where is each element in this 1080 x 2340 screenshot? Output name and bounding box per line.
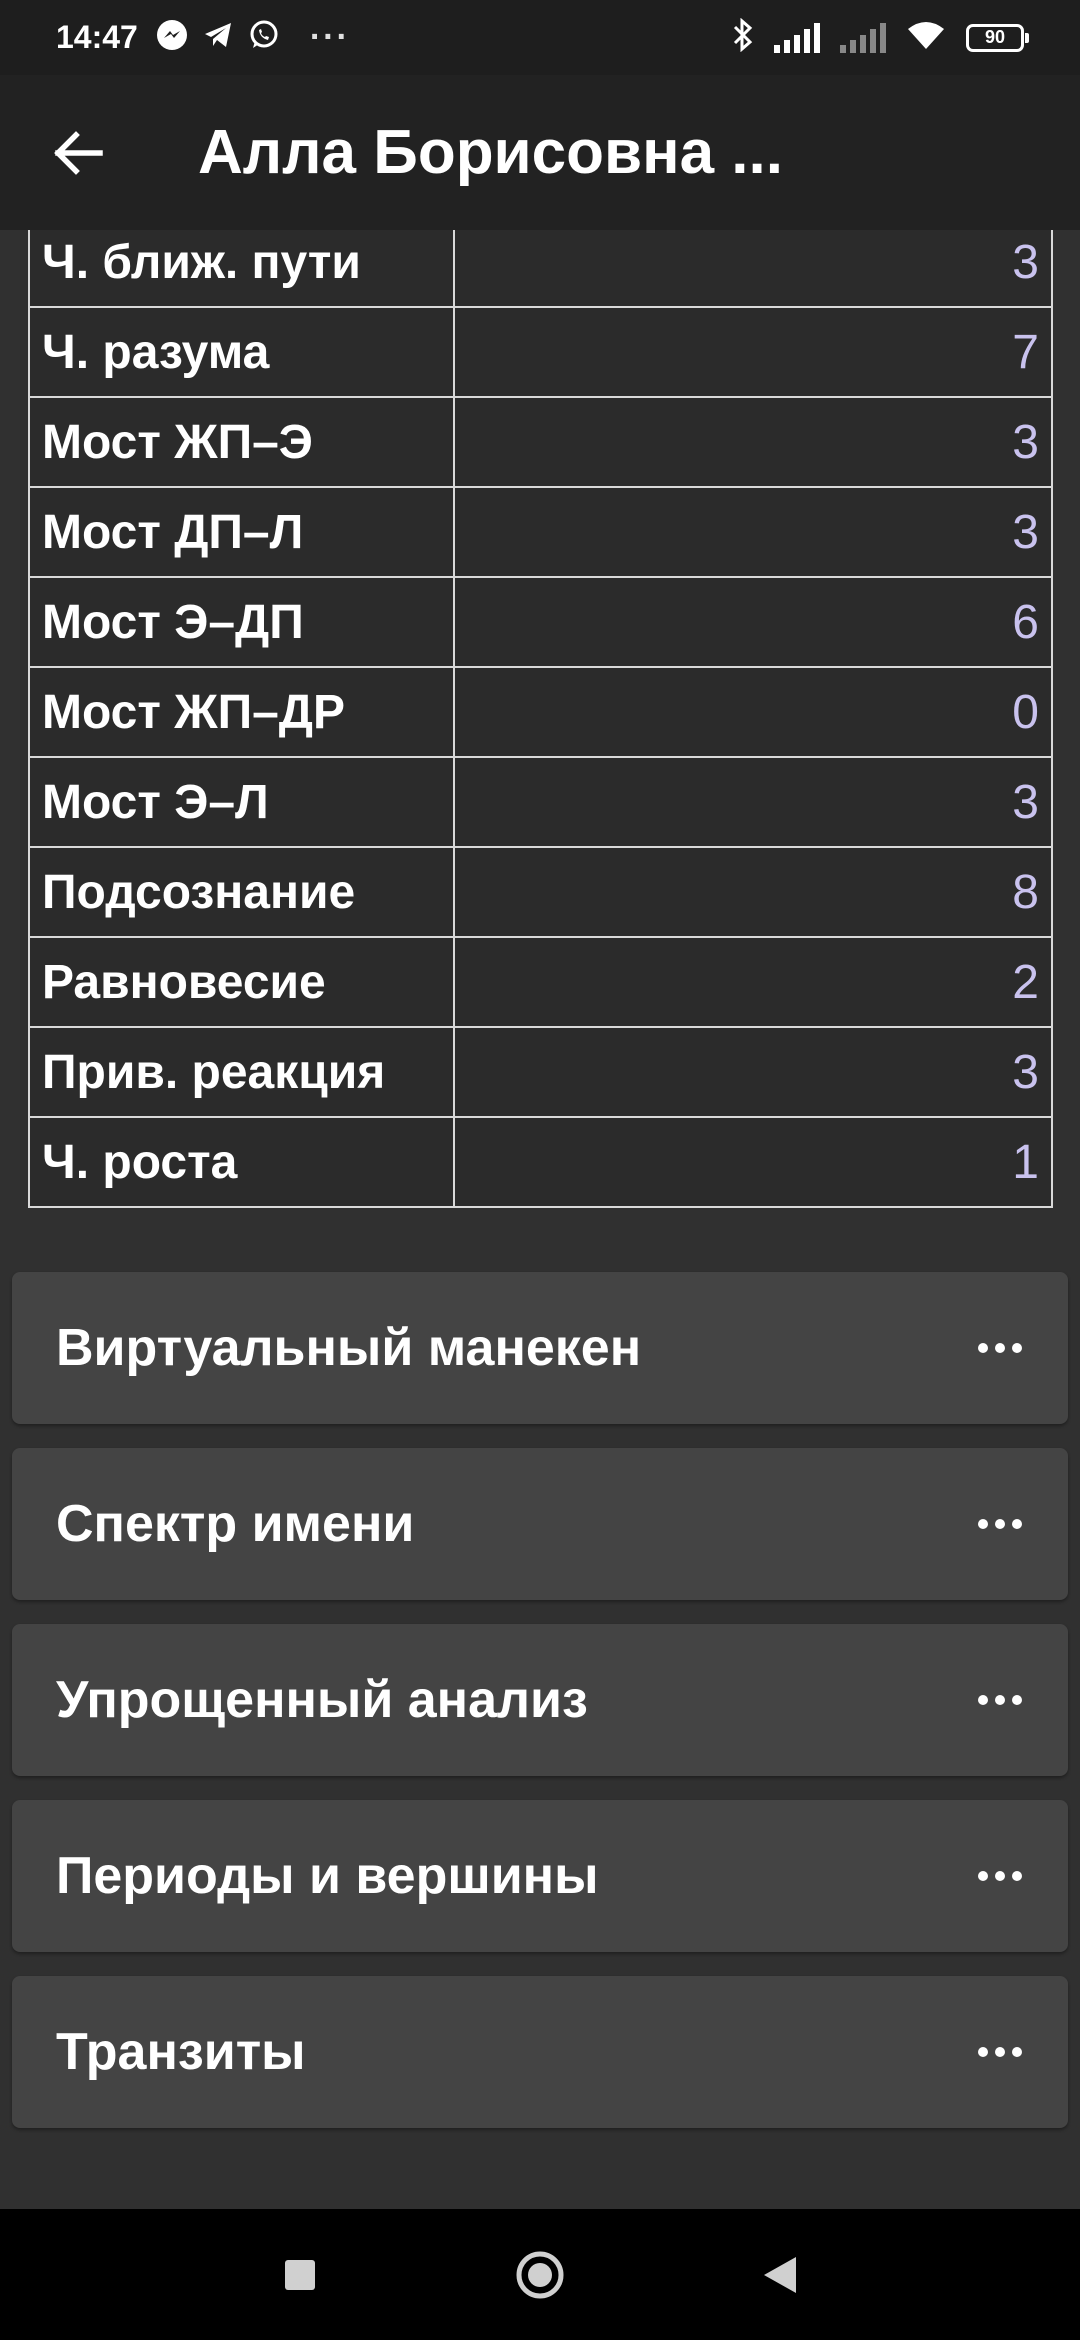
more-options-icon[interactable] [974, 1670, 1026, 1730]
whatsapp-icon [248, 19, 280, 56]
circle-icon [516, 2251, 564, 2298]
param-value: 7 [453, 306, 1053, 398]
section-simplified-analysis[interactable]: Упрощенный анализ [12, 1624, 1068, 1776]
more-options-icon[interactable] [974, 1846, 1026, 1906]
table-row: Ч. разума 7 [28, 306, 1053, 398]
cell-signal-2-icon [840, 22, 886, 53]
status-right: 90 [732, 17, 1029, 57]
system-nav-bar [0, 2209, 1080, 2340]
param-name: Мост Э–ДП [28, 576, 455, 668]
param-value: 0 [453, 666, 1053, 758]
arrow-back-icon [54, 130, 103, 175]
page-title: Алла Борисовна ... [198, 118, 783, 187]
telegram-icon [202, 19, 234, 56]
battery-icon: 90 [966, 23, 1029, 52]
param-name: Прив. реакция [28, 1026, 455, 1118]
wifi-icon [906, 19, 946, 56]
status-bar: 14:47 ··· 90 [0, 0, 1080, 75]
back-button[interactable] [18, 93, 138, 213]
param-value: 6 [453, 576, 1053, 668]
param-value: 3 [453, 756, 1053, 848]
status-left: 14:47 ··· [56, 18, 350, 57]
parameters-table-container: Ч. ближ. пути 3 Ч. разума 7 Мост ЖП–Э 3 … [28, 216, 1053, 1208]
back-nav-button[interactable] [660, 2225, 900, 2325]
notification-overflow-icon: ··· [309, 18, 350, 56]
table-row: Ч. ближ. пути 3 [28, 216, 1053, 308]
param-name: Мост ЖП–ДР [28, 666, 455, 758]
table-row: Мост Э–ДП 6 [28, 576, 1053, 668]
param-value: 3 [453, 1026, 1053, 1118]
section-list: Виртуальный манекен Спектр имени Упрощен… [12, 1272, 1068, 2152]
param-name: Равновесие [28, 936, 455, 1028]
section-title: Упрощенный анализ [56, 1671, 588, 1729]
param-name: Мост ЖП–Э [28, 396, 455, 488]
bluetooth-icon [732, 17, 754, 57]
table-row: Ч. роста 1 [28, 1116, 1053, 1208]
table-row: Мост ЖП–ДР 0 [28, 666, 1053, 758]
param-value: 3 [453, 216, 1053, 308]
table-row: Прив. реакция 3 [28, 1026, 1053, 1118]
param-name: Ч. разума [28, 306, 455, 398]
recents-button[interactable] [180, 2225, 420, 2325]
param-value: 1 [453, 1116, 1053, 1208]
param-name: Ч. ближ. пути [28, 216, 455, 308]
param-name: Мост Э–Л [28, 756, 455, 848]
home-button[interactable] [420, 2225, 660, 2325]
section-title: Спектр имени [56, 1495, 415, 1553]
table-row: Мост ДП–Л 3 [28, 486, 1053, 578]
table-row: Мост Э–Л 3 [28, 756, 1053, 848]
param-name: Мост ДП–Л [28, 486, 455, 578]
param-name: Подсознание [28, 846, 455, 938]
section-title: Периоды и вершины [56, 1847, 599, 1905]
parameters-table: Ч. ближ. пути 3 Ч. разума 7 Мост ЖП–Э 3 … [28, 216, 1053, 1208]
section-name-spectrum[interactable]: Спектр имени [12, 1448, 1068, 1600]
messenger-icon [156, 19, 188, 56]
param-value: 3 [453, 396, 1053, 488]
section-title: Транзиты [56, 2023, 306, 2081]
more-options-icon[interactable] [974, 2022, 1026, 2082]
param-value: 2 [453, 936, 1053, 1028]
status-time: 14:47 [56, 19, 138, 55]
param-value: 3 [453, 486, 1053, 578]
triangle-back-icon [764, 2256, 796, 2293]
section-transits[interactable]: Транзиты [12, 1976, 1068, 2128]
more-options-icon[interactable] [974, 1494, 1026, 1554]
section-periods-and-peaks[interactable]: Периоды и вершины [12, 1800, 1068, 1952]
param-name: Ч. роста [28, 1116, 455, 1208]
table-row: Равновесие 2 [28, 936, 1053, 1028]
more-options-icon[interactable] [974, 1318, 1026, 1378]
app-bar: Алла Борисовна ... [0, 75, 1080, 230]
table-row: Подсознание 8 [28, 846, 1053, 938]
square-icon [285, 2259, 315, 2290]
table-row: Мост ЖП–Э 3 [28, 396, 1053, 488]
param-value: 8 [453, 846, 1053, 938]
section-virtual-mannequin[interactable]: Виртуальный манекен [12, 1272, 1068, 1424]
battery-level: 90 [984, 27, 1006, 47]
section-title: Виртуальный манекен [56, 1319, 642, 1377]
cell-signal-icon [774, 22, 820, 53]
